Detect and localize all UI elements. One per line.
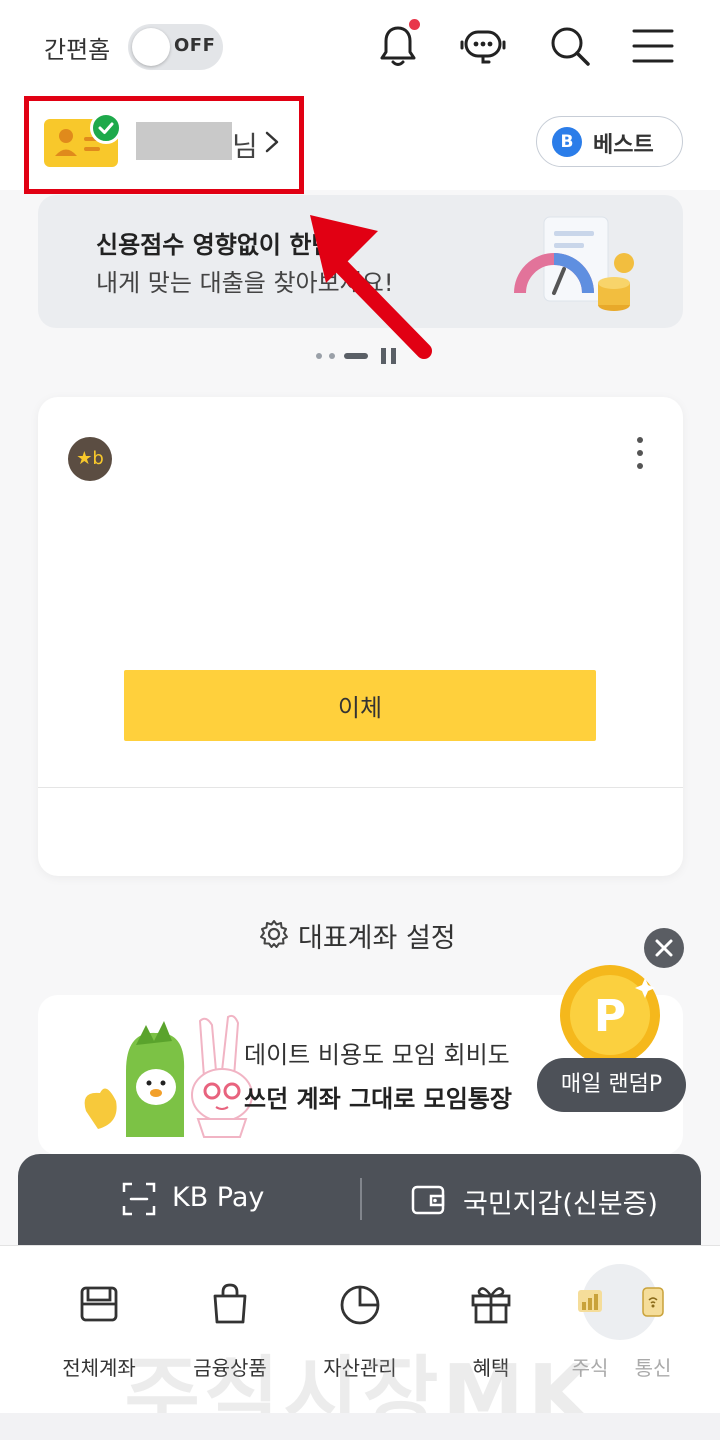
simple-home-label: 간편홈	[44, 36, 111, 64]
grade-label: 베스트	[593, 133, 654, 158]
gear-icon	[260, 920, 288, 948]
card-divider	[38, 787, 683, 788]
bottom-navigation: 전체계좌 금융상품 자산관리 혜택 주식 통신	[0, 1245, 720, 1413]
grade-badge-button[interactable]: B 베스트	[536, 116, 683, 167]
scan-icon	[122, 1182, 156, 1216]
toggle-knob	[132, 28, 170, 66]
chatbot-icon[interactable]	[459, 22, 507, 70]
bar-divider	[360, 1178, 362, 1220]
kookmin-wallet-label: 국민지갑(신분증)	[463, 1189, 658, 1220]
simple-home-toggle[interactable]: OFF	[128, 24, 223, 70]
nav-label: 자산관리	[323, 1356, 397, 1380]
kb-pay-label: KB Pay	[172, 1182, 265, 1213]
grade-letter: B	[552, 127, 582, 157]
stock-chart-icon	[578, 1290, 602, 1312]
banner-pager[interactable]	[314, 346, 404, 366]
wallet-account-icon	[80, 1286, 118, 1322]
shopping-bag-icon	[213, 1283, 247, 1324]
nav-label: 주식	[571, 1356, 609, 1380]
nav-stocks[interactable]: 주식	[560, 1276, 620, 1386]
promo-line1: 데이트 비용도 모임 회비도	[244, 1041, 510, 1069]
coin-letter: P	[594, 991, 626, 1042]
kb-bank-logo: ★b	[68, 437, 112, 481]
app-header: 간편홈 OFF	[0, 0, 720, 95]
account-card: ★b 이체	[38, 397, 683, 876]
banner-title: 신용점수 영향없이 한번에	[96, 231, 356, 259]
nav-financial-products[interactable]: 금융상품	[175, 1276, 285, 1386]
nav-label: 통신	[634, 1356, 672, 1380]
character-illustration	[84, 1014, 253, 1138]
daily-random-point-button[interactable]: 매일 랜덤P	[537, 1058, 686, 1112]
notification-dot	[409, 19, 420, 30]
nav-benefits[interactable]: 혜택	[436, 1276, 546, 1386]
toggle-state-label: OFF	[174, 35, 216, 56]
coin-icon[interactable]: P	[557, 962, 663, 1068]
search-icon[interactable]	[546, 22, 594, 70]
promo-line2: 쓰던 계좌 그대로 모임통장	[244, 1085, 512, 1113]
gift-icon	[471, 1287, 511, 1324]
nav-asset-management[interactable]: 자산관리	[305, 1276, 415, 1386]
nav-label: 혜택	[472, 1356, 510, 1380]
menu-icon[interactable]	[629, 22, 677, 70]
nav-label: 금융상품	[193, 1356, 267, 1380]
wallet-icon	[411, 1185, 445, 1215]
nav-label: 전체계좌	[62, 1356, 136, 1380]
more-vertical-icon[interactable]	[628, 433, 652, 473]
pie-chart-icon	[340, 1285, 380, 1325]
representative-account-label: 대표계좌 설정	[298, 923, 456, 954]
quick-access-bar: KB Pay 국민지갑(신분증)	[18, 1154, 701, 1246]
annotation-highlight-box	[24, 96, 304, 194]
phone-signal-icon	[642, 1287, 664, 1317]
nav-all-accounts[interactable]: 전체계좌	[44, 1276, 154, 1386]
banner-subtitle: 내게 맞는 대출을 찾아보세요!	[96, 269, 394, 297]
credit-gauge-illustration	[514, 216, 634, 311]
transfer-button[interactable]: 이체	[124, 670, 596, 741]
loan-banner[interactable]: 신용점수 영향없이 한번에 내게 맞는 대출을 찾아보세요!	[38, 195, 683, 328]
nav-telecom[interactable]: 통신	[623, 1276, 683, 1386]
system-nav-strip	[0, 1413, 720, 1440]
